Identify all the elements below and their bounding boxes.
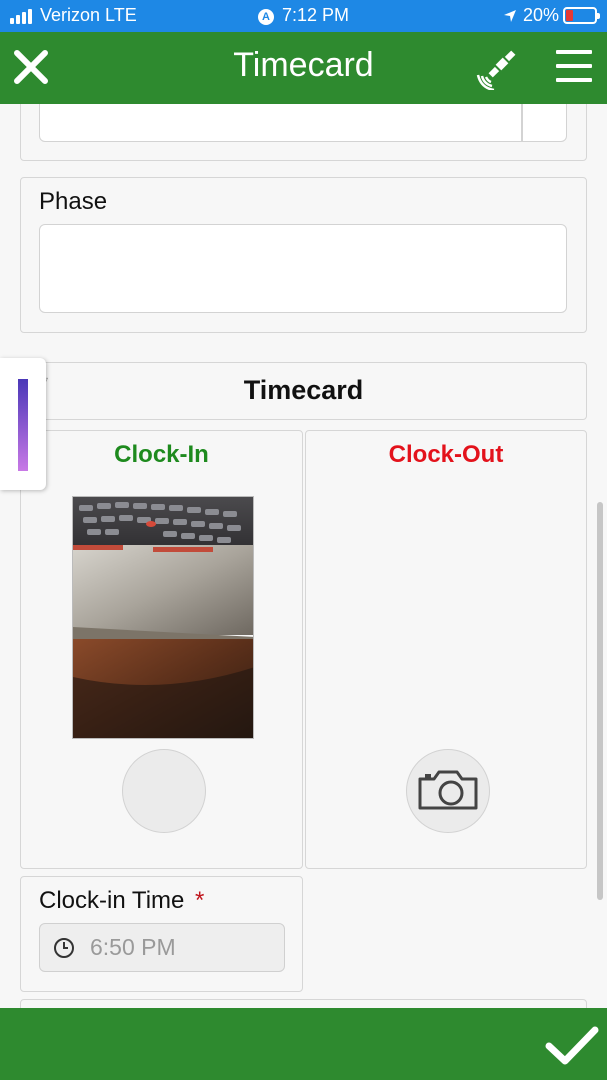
clock-in-photo[interactable] [72, 496, 254, 739]
phase-panel: Phase [20, 177, 587, 333]
drawer-handle-bar [18, 379, 28, 471]
clock-out-card: Clock-Out [305, 430, 587, 869]
battery-icon [563, 7, 600, 24]
app-header: Timecard [0, 32, 607, 104]
footer-bar [0, 1008, 607, 1080]
clock-in-heading: Clock-In [114, 441, 209, 468]
clock-out-heading: Clock-Out [388, 441, 504, 468]
clock-in-time-label: Clock-in Time * [39, 887, 204, 915]
status-bar: Verizon LTE A 7:12 PM 20% [0, 0, 607, 32]
camera-icon [418, 770, 478, 810]
checkmark-icon[interactable] [545, 1026, 599, 1066]
phase-input[interactable] [39, 224, 567, 313]
section-title: Timecard [243, 375, 364, 405]
form-content: Phase ▿ Timecard Clock-In [0, 104, 607, 1008]
clock-in-time-value: 6:50 PM [90, 934, 176, 960]
clock-time: 7:12 PM [281, 5, 350, 25]
clock-in-capture-button[interactable] [122, 749, 206, 833]
hamburger-menu-icon[interactable] [556, 50, 592, 84]
clock-icon [54, 938, 74, 958]
satellite-icon[interactable] [476, 46, 520, 90]
previous-field-input[interactable] [39, 104, 567, 142]
location-arrow-icon [503, 9, 516, 22]
clock-in-time-label-text: Clock-in Time [39, 887, 185, 914]
navigation-icon: A [257, 9, 274, 25]
timecard-section-header[interactable]: ▿ Timecard [20, 362, 587, 420]
next-section-panel [20, 999, 587, 1008]
previous-field-panel [20, 104, 587, 161]
clock-in-card: Clock-In [20, 430, 303, 869]
clock-out-camera-button[interactable] [406, 749, 490, 833]
side-drawer-tab[interactable] [0, 358, 46, 490]
scrollbar[interactable] [597, 502, 603, 900]
clock-in-time-input[interactable]: 6:50 PM [39, 923, 285, 972]
phase-label: Phase [39, 188, 108, 215]
battery-percent: 20% [522, 5, 559, 25]
laptop-photo [73, 497, 253, 738]
required-marker: * [195, 887, 205, 914]
status-right: 20% [503, 5, 600, 26]
